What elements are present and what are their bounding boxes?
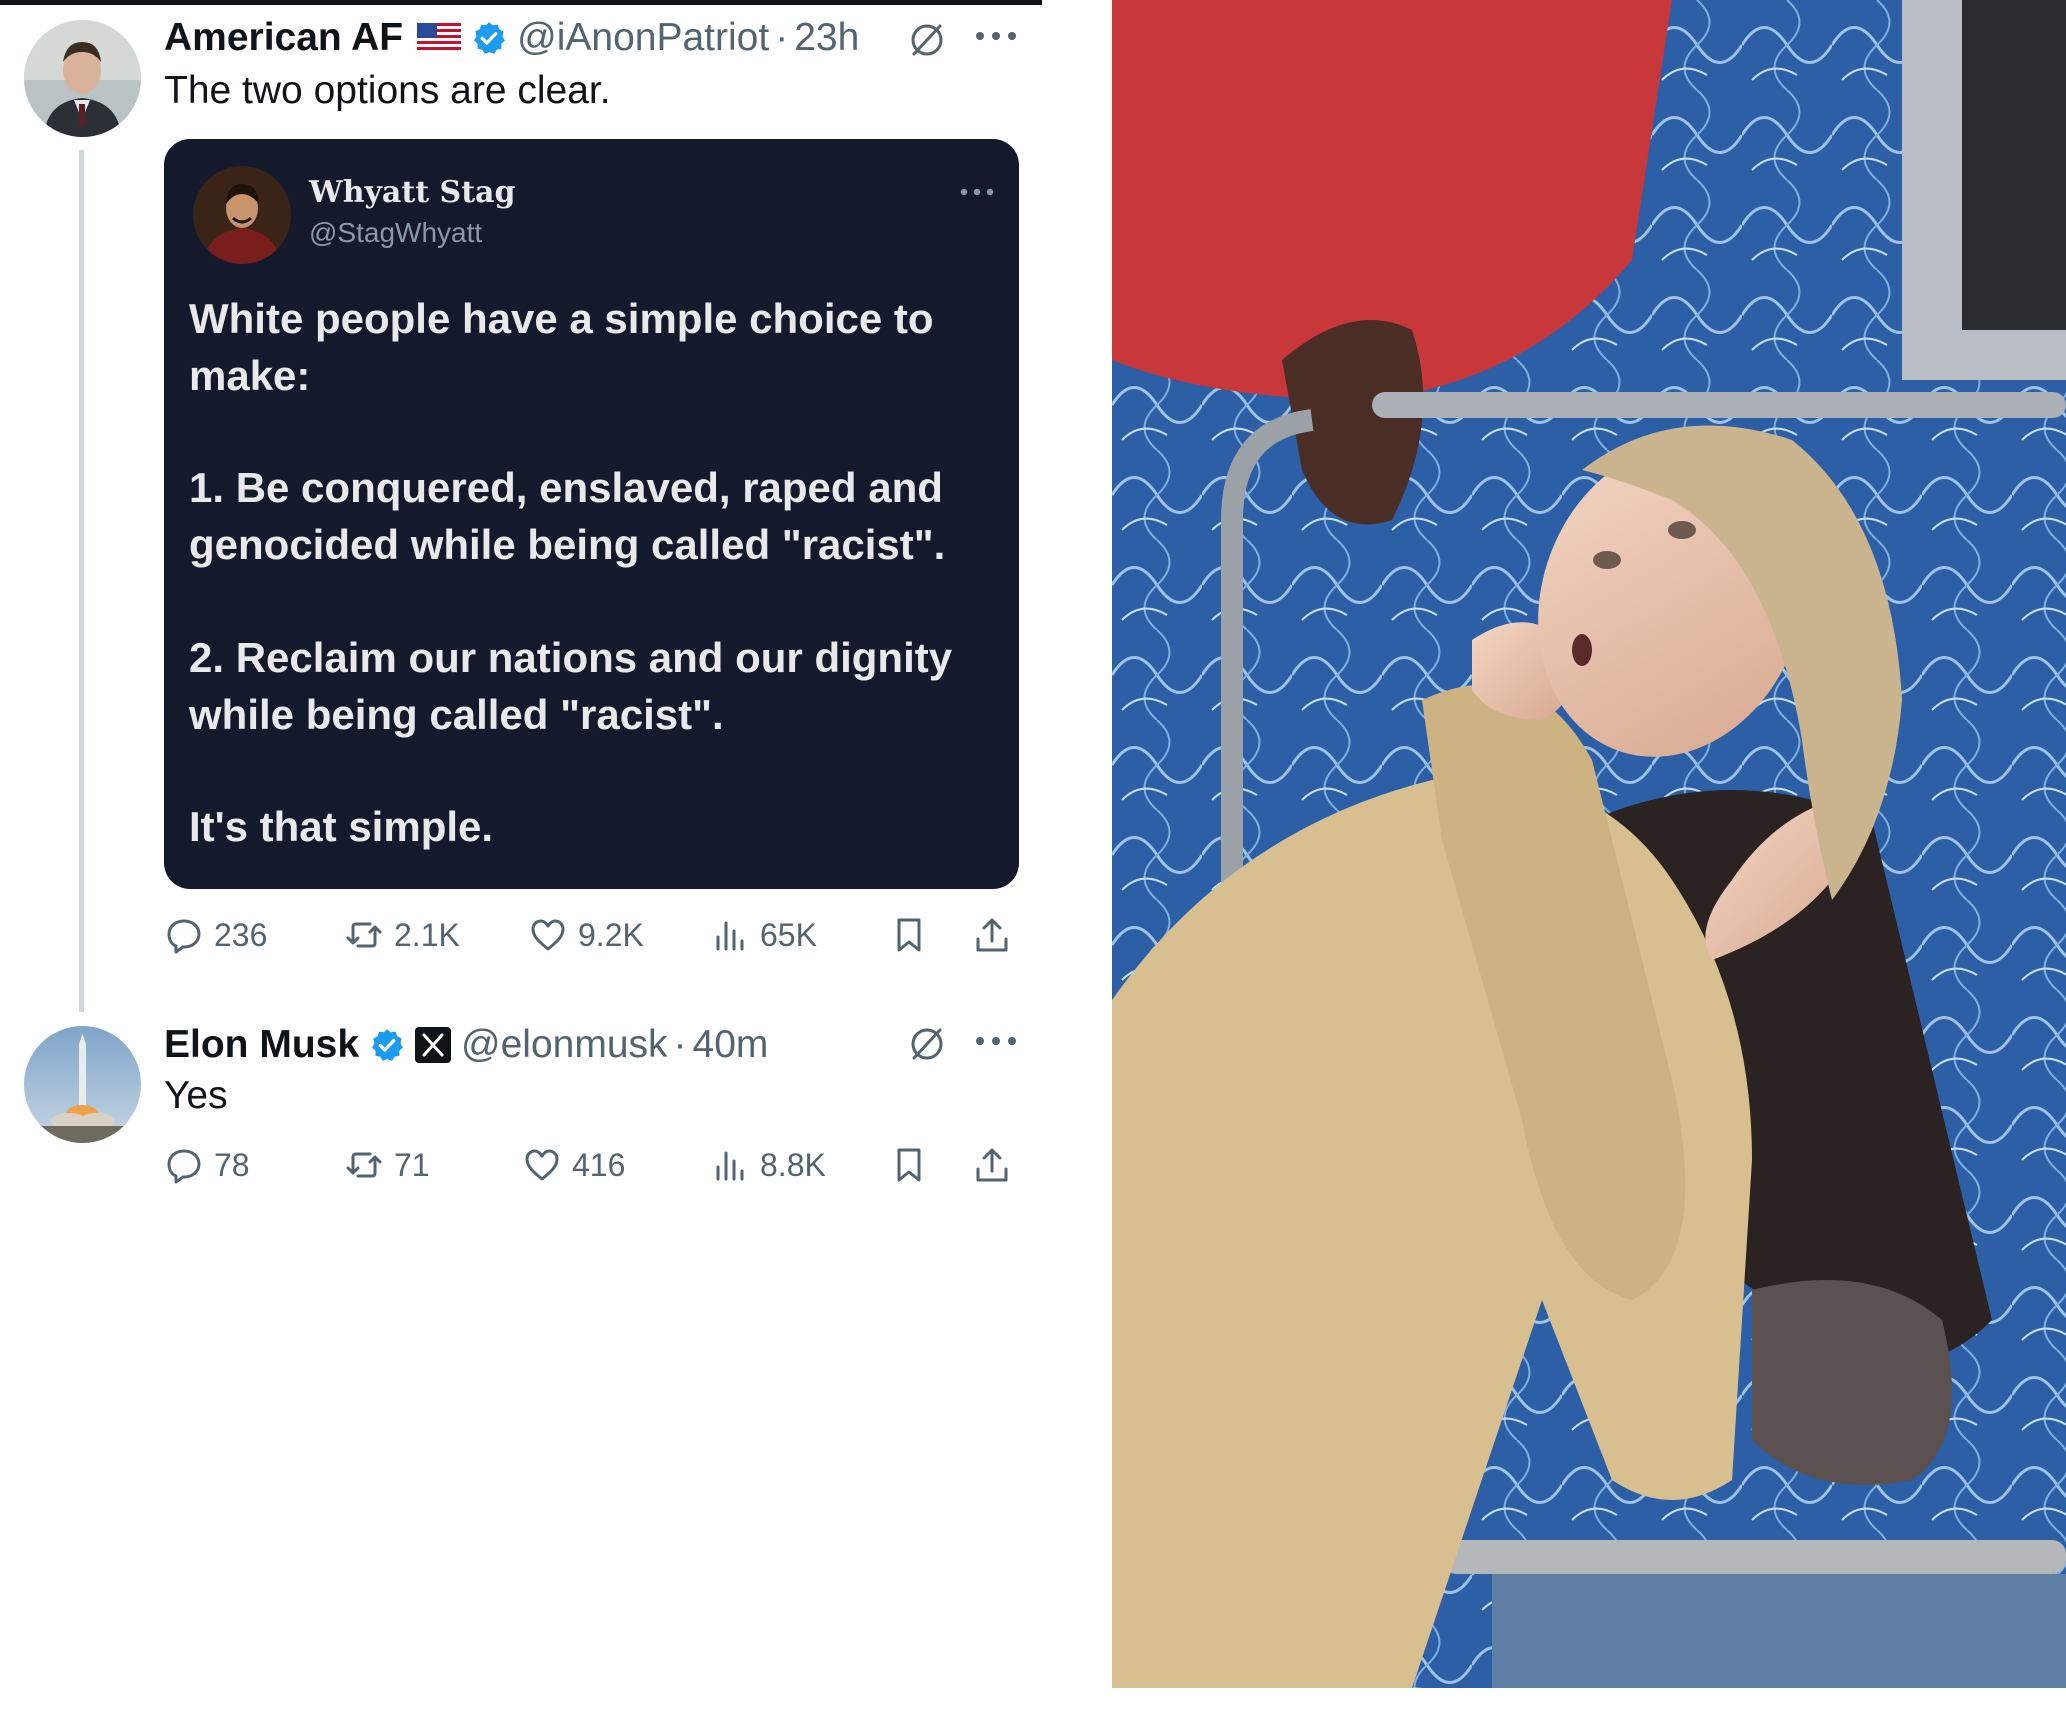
quoted-paragraph-2: 1. Be conquered, enslaved, raped and gen… xyxy=(189,464,946,568)
bookmark-icon xyxy=(897,1148,921,1182)
verified-badge-icon xyxy=(372,1028,403,1061)
bookmark-button[interactable] xyxy=(889,1140,929,1190)
american-af-avatar[interactable] xyxy=(24,20,141,137)
tweet1-timestamp[interactable]: 23h xyxy=(794,18,859,57)
quoted-handle[interactable]: @StagWhyatt xyxy=(309,217,482,249)
tweet1-display-name[interactable]: American AF xyxy=(164,18,403,57)
reply-button[interactable]: 78 xyxy=(164,1140,250,1190)
share-icon xyxy=(976,918,1008,952)
elon-musk-avatar[interactable] xyxy=(24,1026,141,1143)
bookmark-icon xyxy=(897,918,921,952)
subway-seat-photo xyxy=(1112,0,2066,1688)
verified-badge-icon xyxy=(474,21,506,54)
tweet1-header: American AF @iAnonPatriot · 23h xyxy=(164,18,859,57)
x-logo-icon xyxy=(415,1026,452,1063)
repost-count: 2.1K xyxy=(394,916,460,953)
repost-count: 71 xyxy=(394,1146,430,1183)
quoted-display-name[interactable]: Whyatt Stag xyxy=(309,175,515,210)
tweet2-text: Yes xyxy=(164,1074,228,1117)
like-icon xyxy=(525,1149,559,1181)
repost-button[interactable]: 2.1K xyxy=(344,910,460,960)
share-icon xyxy=(976,1148,1008,1182)
like-count: 9.2K xyxy=(578,916,644,953)
views-button[interactable]: 65K xyxy=(710,910,817,960)
top-divider xyxy=(0,0,1042,5)
like-count: 416 xyxy=(572,1146,626,1183)
like-icon xyxy=(531,919,565,951)
tweet1-text: The two options are clear. xyxy=(164,69,611,112)
tweet-thread: American AF @iAnonPatriot · 23h The two … xyxy=(0,0,1112,1712)
views-count: 8.8K xyxy=(760,1146,826,1183)
quoted-paragraph-1: White people have a simple choice to mak… xyxy=(189,295,934,399)
grok-icon[interactable] xyxy=(907,1024,947,1064)
views-icon xyxy=(716,1151,744,1181)
reply-button[interactable]: 236 xyxy=(164,910,267,960)
tweet2-timestamp[interactable]: 40m xyxy=(693,1025,769,1064)
like-button[interactable]: 9.2K xyxy=(528,910,644,960)
more-icon[interactable] xyxy=(974,30,1018,42)
share-button[interactable] xyxy=(972,1140,1012,1190)
reply-icon xyxy=(167,1149,201,1184)
bookmark-button[interactable] xyxy=(889,910,929,960)
tweet2-handle[interactable]: @elonmusk xyxy=(461,1025,668,1064)
more-icon[interactable] xyxy=(974,1035,1018,1047)
quoted-tweet-card[interactable]: Whyatt Stag @StagWhyatt White people hav… xyxy=(164,139,1019,889)
repost-button[interactable]: 71 xyxy=(344,1140,430,1190)
tweet2-display-name[interactable]: Elon Musk xyxy=(164,1025,359,1064)
tweet1-separator: · xyxy=(775,16,789,59)
tweet2-header: Elon Musk @elonmusk · 40m xyxy=(164,1025,768,1064)
share-button[interactable] xyxy=(972,910,1012,960)
repost-icon xyxy=(346,922,382,948)
thread-connector-line xyxy=(79,150,84,1012)
like-button[interactable]: 416 xyxy=(522,1140,625,1190)
reply-icon xyxy=(167,919,201,954)
quoted-more-icon[interactable] xyxy=(959,187,995,197)
reply-count: 78 xyxy=(214,1146,250,1183)
repost-icon xyxy=(346,1152,382,1178)
tweet2-separator: · xyxy=(673,1023,687,1066)
grok-icon[interactable] xyxy=(907,20,947,60)
whyatt-stag-avatar[interactable] xyxy=(193,166,291,264)
views-icon xyxy=(716,921,744,951)
quoted-paragraph-4: It's that simple. xyxy=(189,803,494,850)
us-flag-icon xyxy=(417,22,462,53)
tweet1-handle[interactable]: @iAnonPatriot xyxy=(517,18,769,57)
reply-count: 236 xyxy=(214,916,268,953)
quoted-paragraph-3: 2. Reclaim our nations and our dignity w… xyxy=(189,634,953,738)
views-count: 65K xyxy=(760,916,817,953)
views-button[interactable]: 8.8K xyxy=(710,1140,826,1190)
tweet1-action-bar: 236 2.1K 9.2K 65K xyxy=(164,910,1024,960)
tweet2-action-bar: 78 71 416 8.8K xyxy=(164,1140,1024,1190)
